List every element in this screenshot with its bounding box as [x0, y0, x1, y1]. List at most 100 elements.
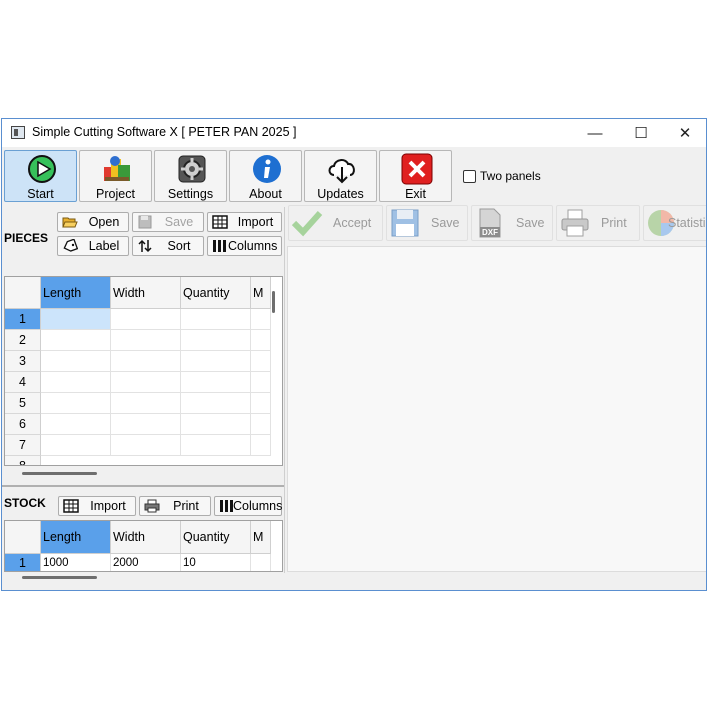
- updates-button[interactable]: Updates: [304, 150, 377, 202]
- results-save-button[interactable]: Save: [386, 205, 468, 241]
- pieces-sort-button[interactable]: Sort: [132, 236, 204, 256]
- sort-arrows-icon: [138, 239, 152, 253]
- row-header[interactable]: 4: [5, 372, 41, 393]
- grid-cell[interactable]: [251, 351, 271, 372]
- grid-cell[interactable]: [111, 309, 181, 330]
- statistics-button[interactable]: Statistics: [643, 205, 706, 241]
- row-header[interactable]: 8: [5, 456, 41, 465]
- grid-cell[interactable]: [41, 414, 111, 435]
- pieces-vertical-scrollbar[interactable]: [272, 291, 275, 313]
- two-panels-checkbox[interactable]: Two panels: [463, 169, 541, 183]
- columns-label: Columns: [228, 239, 278, 253]
- settings-button[interactable]: Settings: [154, 150, 227, 202]
- grid-cell[interactable]: [41, 330, 111, 351]
- import-label: Import: [237, 215, 274, 229]
- column-header-width[interactable]: Width: [111, 521, 181, 554]
- pieces-label-button[interactable]: Label: [57, 236, 129, 256]
- project-button[interactable]: Project: [79, 150, 152, 202]
- stock-quantity-cell[interactable]: 10: [181, 554, 251, 571]
- stock-columns-button[interactable]: Columns: [214, 496, 282, 516]
- grid-cell[interactable]: [181, 330, 251, 351]
- exit-x-icon: [401, 153, 433, 185]
- grid-cell[interactable]: [251, 330, 271, 351]
- stock-import-button[interactable]: Import: [58, 496, 136, 516]
- row-header[interactable]: 3: [5, 351, 41, 372]
- column-header-length[interactable]: Length: [41, 521, 111, 554]
- grid-cell[interactable]: [41, 435, 111, 456]
- column-header-m[interactable]: M: [251, 277, 271, 309]
- grid-cell[interactable]: [181, 393, 251, 414]
- grid-cell[interactable]: [181, 414, 251, 435]
- column-header-length[interactable]: Length: [41, 277, 111, 309]
- start-button[interactable]: Start: [4, 150, 77, 202]
- save-dxf-button[interactable]: DXF Save: [471, 205, 553, 241]
- pieces-save-button[interactable]: Save: [132, 212, 204, 232]
- grid-corner: [5, 277, 41, 309]
- column-header-quantity[interactable]: Quantity: [181, 277, 251, 309]
- grid-cell[interactable]: [111, 372, 181, 393]
- stock-width-cell[interactable]: 2000: [111, 554, 181, 571]
- grid-cell[interactable]: [251, 554, 271, 571]
- stock-grid[interactable]: Length Width Quantity M 1 1000 2000 10: [4, 520, 283, 572]
- grid-cell[interactable]: [181, 351, 251, 372]
- columns-icon: [213, 240, 226, 252]
- title-bar: Simple Cutting Software X [ PETER PAN 20…: [2, 119, 706, 147]
- exit-button[interactable]: Exit: [379, 150, 452, 202]
- grid-cell[interactable]: [111, 435, 181, 456]
- row-header[interactable]: 5: [5, 393, 41, 414]
- close-button[interactable]: ✕: [662, 119, 706, 147]
- grid-cell[interactable]: [41, 393, 111, 414]
- maximize-button[interactable]: ☐: [618, 119, 664, 147]
- about-label: About: [249, 187, 282, 201]
- minimize-button[interactable]: —: [572, 119, 618, 147]
- grid-cell[interactable]: [41, 309, 111, 330]
- stock-print-label: Print: [173, 499, 199, 513]
- grid-cell[interactable]: [251, 372, 271, 393]
- printer-icon: [144, 499, 160, 513]
- grid-cell[interactable]: [111, 330, 181, 351]
- grid-cell[interactable]: [251, 309, 271, 330]
- row-header[interactable]: 1: [5, 309, 41, 330]
- settings-label: Settings: [167, 187, 214, 201]
- column-header-quantity[interactable]: Quantity: [181, 521, 251, 554]
- row-header[interactable]: 2: [5, 330, 41, 351]
- project-icon: [104, 156, 130, 181]
- grid-cell[interactable]: [41, 372, 111, 393]
- stock-horizontal-scrollbar[interactable]: [22, 576, 97, 579]
- grid-cell[interactable]: [41, 351, 111, 372]
- cloud-download-icon: [328, 159, 355, 184]
- grid-cell[interactable]: [251, 435, 271, 456]
- results-area[interactable]: [287, 246, 706, 572]
- accept-button[interactable]: Accept: [288, 205, 383, 241]
- pieces-open-button[interactable]: Open: [57, 212, 129, 232]
- pieces-columns-button[interactable]: Columns: [207, 236, 282, 256]
- pieces-grid[interactable]: Length Width Quantity M 1 2 3 4 5 6 7 8: [4, 276, 283, 466]
- grid-cell[interactable]: [111, 414, 181, 435]
- about-button[interactable]: About: [229, 150, 302, 202]
- stock-print-button[interactable]: Print: [139, 496, 211, 516]
- column-header-width[interactable]: Width: [111, 277, 181, 309]
- row-header[interactable]: 7: [5, 435, 41, 456]
- grid-cell[interactable]: [181, 372, 251, 393]
- vertical-separator[interactable]: [284, 207, 285, 573]
- panel-separator[interactable]: [2, 485, 284, 487]
- label-btn-label: Label: [88, 239, 120, 253]
- grid-cell[interactable]: [251, 393, 271, 414]
- row-header[interactable]: 6: [5, 414, 41, 435]
- gear-icon: [178, 155, 206, 183]
- stock-length-cell[interactable]: 1000: [41, 554, 111, 571]
- grid-cell[interactable]: [111, 393, 181, 414]
- checkbox-box[interactable]: [463, 169, 476, 183]
- pieces-import-button[interactable]: Import: [207, 212, 282, 232]
- pieces-horizontal-scrollbar[interactable]: [22, 472, 97, 475]
- results-print-button[interactable]: Print: [556, 205, 640, 241]
- stock-columns-label: Columns: [233, 499, 283, 513]
- results-save-label: Save: [431, 216, 460, 230]
- grid-cell[interactable]: [181, 435, 251, 456]
- grid-cell[interactable]: [111, 351, 181, 372]
- row-header[interactable]: 1: [5, 554, 41, 571]
- column-header-m[interactable]: M: [251, 521, 271, 554]
- tag-icon: [63, 239, 78, 252]
- grid-cell[interactable]: [251, 414, 271, 435]
- grid-cell[interactable]: [181, 309, 251, 330]
